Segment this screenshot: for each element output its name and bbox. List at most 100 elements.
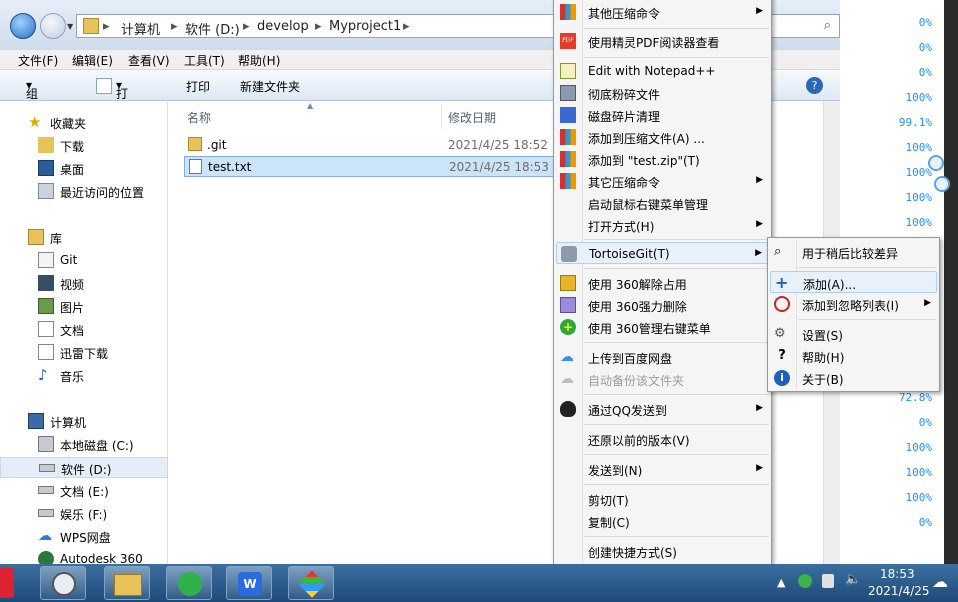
submenu-arrow-icon: ▶ <box>756 403 763 413</box>
floating-widget-icon[interactable] <box>928 155 944 171</box>
organize-button[interactable]: 组织 ▾ <box>26 78 38 118</box>
nav-drive-c[interactable]: 本地磁盘 (C:) <box>0 434 168 455</box>
cloud-sync-icon[interactable]: ☁ <box>932 572 948 591</box>
tray-expand-icon[interactable]: ▲ <box>777 576 785 589</box>
submenu-item-about[interactable]: i 关于(B) <box>770 367 937 389</box>
menu-item-qq-send[interactable]: 通过QQ发送到 ▶ <box>556 398 769 420</box>
forward-button[interactable] <box>40 13 66 39</box>
menu-item-create-shortcut[interactable]: 创建快捷方式(S) <box>556 540 769 562</box>
menu-item-tortoisegit[interactable]: TortoiseGit(T) ▶ <box>556 242 769 264</box>
nav-favorites[interactable]: ★ 收藏夹 <box>0 112 168 133</box>
menu-item-defrag[interactable]: 磁盘碎片清理 <box>556 104 769 126</box>
open-button[interactable]: 打开 ▾ <box>116 78 128 118</box>
nav-desktop[interactable]: 桌面 <box>0 158 168 179</box>
breadcrumb-myproject1[interactable]: Myproject1 <box>329 19 401 34</box>
taskbar-app-explorer[interactable] <box>104 566 150 600</box>
nav-lib-documents[interactable]: 文档 <box>0 319 168 340</box>
nav-recent[interactable]: 最近访问的位置 <box>0 181 168 202</box>
folder-icon <box>114 574 142 596</box>
menu-item-other-compress-2[interactable]: 其它压缩命令 ▶ <box>556 170 769 192</box>
drive-icon <box>38 509 54 517</box>
menu-item-copy[interactable]: 复制(C) <box>556 510 769 532</box>
plus-icon: + <box>775 273 789 292</box>
submenu-item-add[interactable]: + 添加(A)... <box>770 271 937 293</box>
menu-item-open-with[interactable]: 打开方式(H) ▶ <box>556 214 769 236</box>
sort-indicator-icon: ▲ <box>307 101 314 110</box>
360-unlock-icon <box>560 275 576 291</box>
autodesk-icon <box>38 551 54 564</box>
nav-lib-videos[interactable]: 视频 <box>0 273 168 294</box>
menu-help[interactable]: 帮助(H) <box>238 52 280 69</box>
taskbar-app-clock[interactable] <box>40 566 86 600</box>
tray-360-icon[interactable] <box>798 574 812 588</box>
menu-item-other-compress[interactable]: 其他压缩命令 ▶ <box>556 1 769 23</box>
menu-item-shred[interactable]: 彻底粉碎文件 <box>556 82 769 104</box>
download-folder-icon <box>38 137 54 153</box>
menu-file[interactable]: 文件(F) <box>18 52 58 69</box>
help-icon[interactable]: ? <box>806 77 823 94</box>
print-button[interactable]: 打印 <box>186 78 210 95</box>
tray-usb-icon[interactable] <box>822 574 834 588</box>
menu-item-baidu-upload[interactable]: ☁ 上传到百度网盘 <box>556 346 769 368</box>
column-name[interactable]: 名称 <box>187 109 211 126</box>
menu-item-restore-versions[interactable]: 还原以前的版本(V) <box>556 428 769 450</box>
pdf-icon: PDF <box>560 33 576 49</box>
git-library-icon <box>38 252 54 268</box>
taskbar-app-green[interactable] <box>166 566 212 600</box>
submenu-arrow-icon: ▶ <box>756 175 763 185</box>
column-date[interactable]: 修改日期 <box>448 109 496 126</box>
taskbar-app-wps[interactable]: W <box>226 566 272 600</box>
tortoisegit-icon <box>561 246 577 262</box>
taskbar-app-colorful[interactable] <box>288 566 334 600</box>
nav-lib-music[interactable]: ♪ 音乐 <box>0 365 168 386</box>
breadcrumb-drive-d[interactable]: 软件 (D:) <box>185 19 240 38</box>
menu-item-notepadpp[interactable]: Edit with Notepad++ <box>556 60 769 82</box>
menu-tools[interactable]: 工具(T) <box>184 52 225 69</box>
volume-icon[interactable]: 🔈 <box>845 572 861 587</box>
nav-lib-pictures[interactable]: 图片 <box>0 296 168 317</box>
nav-lib-git[interactable]: Git <box>0 250 168 271</box>
submenu-item-settings[interactable]: ⚙ 设置(S) <box>770 323 937 345</box>
menu-item-context-manager[interactable]: 启动鼠标右键菜单管理 <box>556 192 769 214</box>
search-icon[interactable]: ⌕ <box>824 18 831 33</box>
settings-icon: ⚙ <box>774 326 786 341</box>
menu-view[interactable]: 查看(V) <box>128 52 170 69</box>
jetbrains-app-icon[interactable] <box>0 568 14 598</box>
menu-item-360-delete[interactable]: 使用 360强力删除 <box>556 294 769 316</box>
disk-clean-icon <box>560 107 576 123</box>
menu-item-360-menu[interactable]: + 使用 360管理右键菜单 <box>556 316 769 338</box>
menu-item-add-archive[interactable]: 添加到压缩文件(A) ... <box>556 126 769 148</box>
floating-widget-icon[interactable] <box>934 176 950 192</box>
menu-item-pdf-reader[interactable]: PDF 使用精灵PDF阅读器查看 <box>556 30 769 52</box>
breadcrumb-develop[interactable]: develop <box>257 19 309 34</box>
clock-date[interactable]: 2021/4/25 <box>868 584 930 598</box>
menu-item-add-zip[interactable]: 添加到 "test.zip"(T) <box>556 148 769 170</box>
nav-drive-d[interactable]: 软件 (D:) <box>0 457 168 478</box>
history-dropdown-icon[interactable]: ▼ <box>67 22 73 31</box>
nav-lib-thunder[interactable]: 迅雷下载 <box>0 342 168 363</box>
clock-time[interactable]: 18:53 <box>880 567 915 581</box>
nav-libraries[interactable]: 库 <box>0 227 168 248</box>
documents-icon <box>38 321 54 337</box>
submenu-item-ignore[interactable]: 添加到忽略列表(I) ▶ <box>770 293 937 315</box>
360-menu-icon: + <box>560 319 576 335</box>
wps-icon: W <box>238 572 262 596</box>
nav-drive-f[interactable]: 娱乐 (F:) <box>0 503 168 524</box>
menu-item-360-unlock[interactable]: 使用 360解除占用 <box>556 272 769 294</box>
nav-drive-e[interactable]: 文档 (E:) <box>0 480 168 501</box>
nav-wps-cloud[interactable]: ☁ WPS网盘 <box>0 526 168 547</box>
back-button[interactable] <box>10 13 36 39</box>
nav-autodesk[interactable]: Autodesk 360 <box>0 549 168 564</box>
submenu-arrow-icon: ▶ <box>755 248 762 258</box>
new-folder-button[interactable]: 新建文件夹 <box>240 78 300 95</box>
menu-item-send-to[interactable]: 发送到(N) ▶ <box>556 458 769 480</box>
menu-edit[interactable]: 编辑(E) <box>72 52 113 69</box>
download-library-icon <box>38 344 54 360</box>
nav-downloads[interactable]: 下载 <box>0 135 168 156</box>
menu-item-cut[interactable]: 剪切(T) <box>556 488 769 510</box>
submenu-item-diff-later[interactable]: ⌕ 用于稍后比较差异 <box>770 241 937 263</box>
notepad-icon <box>560 63 576 79</box>
nav-computer[interactable]: 计算机 <box>0 411 168 432</box>
breadcrumb-computer[interactable]: 计算机 <box>121 19 160 38</box>
submenu-item-help[interactable]: ? 帮助(H) <box>770 345 937 367</box>
